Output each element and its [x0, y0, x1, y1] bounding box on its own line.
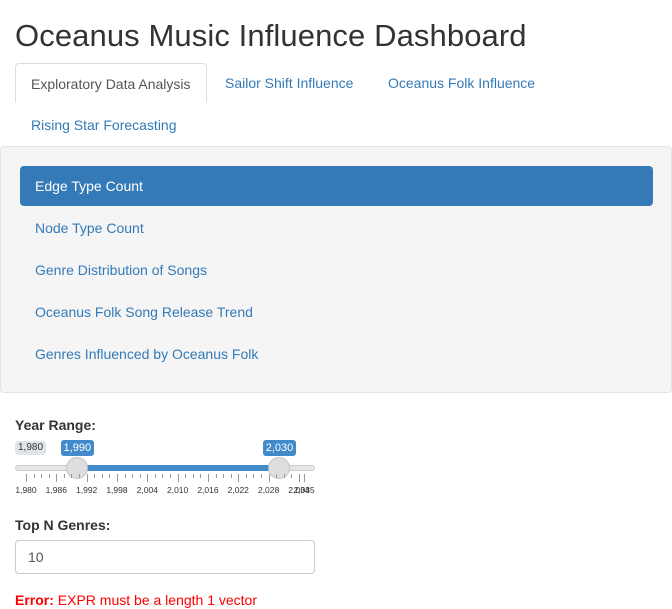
- slider-grid-minor-tick: [291, 474, 293, 478]
- slider-grid-minor-tick: [261, 474, 263, 478]
- slider-grid-minor-tick: [162, 474, 164, 478]
- nav-item-genre-distribution[interactable]: Genre Distribution of Songs: [20, 250, 653, 290]
- slider-grid-minor-tick: [71, 474, 73, 478]
- slider-grid-label: 1,998: [106, 485, 128, 495]
- nav-item-edge-type-count[interactable]: Edge Type Count: [20, 166, 653, 206]
- slider-grid-minor-tick: [139, 474, 141, 478]
- slider-grid-minor-tick: [230, 474, 232, 478]
- nav-item-oceanus-folk-release-trend[interactable]: Oceanus Folk Song Release Trend: [20, 292, 653, 332]
- slider-grid-minor-tick: [124, 474, 126, 478]
- top-n-genres-input[interactable]: 10: [15, 540, 315, 574]
- year-range-label: Year Range:: [15, 417, 96, 433]
- slider-grid-minor-tick: [185, 474, 187, 478]
- slider-grid-minor-tick: [200, 474, 202, 478]
- slider-grid-tick: [207, 474, 209, 482]
- slider-grid-label: 2,016: [197, 485, 219, 495]
- slider-grid-minor-tick: [101, 474, 103, 478]
- slider-grid-tick: [304, 474, 305, 482]
- slider-grid-minor-tick: [223, 474, 225, 478]
- slider-grid-tick: [56, 474, 58, 482]
- slider-grid-tick: [26, 474, 27, 482]
- slider-selected-bar: [76, 465, 279, 471]
- nav-item-genres-influenced[interactable]: Genres Influenced by Oceanus Folk: [20, 334, 653, 374]
- slider-grid-minor-tick: [253, 474, 255, 478]
- slider-grid-label: 2,004: [136, 485, 158, 495]
- tab-oceanus-folk-influence[interactable]: Oceanus Folk Influence: [373, 63, 550, 103]
- slider-grid-label: 2,035: [293, 485, 315, 495]
- slider-min-label: 1,980: [15, 441, 47, 455]
- slider-grid-minor-tick: [63, 474, 65, 478]
- slider-grid-minor-tick: [132, 474, 134, 478]
- slider-grid-minor-tick: [215, 474, 217, 478]
- slider-grid-minor-tick: [283, 474, 285, 478]
- error-message: Error: EXPR must be a length 1 vector: [15, 592, 257, 608]
- slider-grid-minor-tick: [79, 474, 81, 478]
- slider-grid-minor-tick: [109, 474, 111, 478]
- slider-grid-minor-tick: [33, 474, 35, 478]
- slider-grid-label: 2,028: [257, 485, 280, 495]
- tab-exploratory-data-analysis[interactable]: Exploratory Data Analysis: [15, 63, 207, 103]
- slider-grid-label: 1,986: [45, 485, 67, 495]
- nav-pills-panel: Edge Type Count Node Type Count Genre Di…: [0, 146, 672, 393]
- page-title: Oceanus Music Influence Dashboard: [15, 18, 527, 53]
- slider-to-label: 2,030: [262, 440, 297, 456]
- slider-grid-tick: [268, 474, 270, 482]
- slider-grid-minor-tick: [192, 474, 194, 478]
- slider-from-label: 1,990: [60, 440, 95, 456]
- slider-grid: 1,980 1,986 1,992 1,998 2,004 2,010 2,016 2,022…: [15, 474, 315, 500]
- slider-grid-tick: [177, 474, 179, 482]
- tab-sailor-shift-influence[interactable]: Sailor Shift Influence: [210, 63, 368, 103]
- year-range-slider[interactable]: 1,980 1,990 2,030 1,980 1,986 1,992 1,998 2,…: [15, 440, 315, 500]
- slider-grid-tick: [86, 474, 88, 482]
- slider-grid-minor-tick: [94, 474, 96, 478]
- slider-grid-minor-tick: [245, 474, 247, 478]
- error-text: EXPR must be a length 1 vector: [53, 592, 258, 608]
- nav-item-node-type-count[interactable]: Node Type Count: [20, 208, 653, 248]
- slider-grid-minor-tick: [276, 474, 278, 478]
- slider-grid-minor-tick: [170, 474, 172, 478]
- slider-grid-label: 2,022: [227, 485, 249, 495]
- slider-grid-label: 1,992: [76, 485, 98, 495]
- slider-grid-minor-tick: [48, 474, 50, 478]
- slider-grid-minor-tick: [41, 474, 43, 478]
- slider-grid-tick: [238, 474, 240, 482]
- slider-grid-minor-tick: [154, 474, 156, 478]
- tab-rising-star-forecasting[interactable]: Rising Star Forecasting: [16, 105, 192, 145]
- slider-grid-tick: [147, 474, 149, 482]
- slider-grid-label: 2,010: [166, 485, 189, 495]
- top-n-genres-label: Top N Genres:: [15, 517, 111, 533]
- slider-grid-tick: [116, 474, 118, 482]
- tab-bar: Exploratory Data Analysis Sailor Shift I…: [15, 63, 672, 146]
- slider-grid-label: 1,980: [15, 485, 37, 495]
- slider-grid-tick: [298, 474, 300, 482]
- error-prefix: Error:: [15, 592, 54, 608]
